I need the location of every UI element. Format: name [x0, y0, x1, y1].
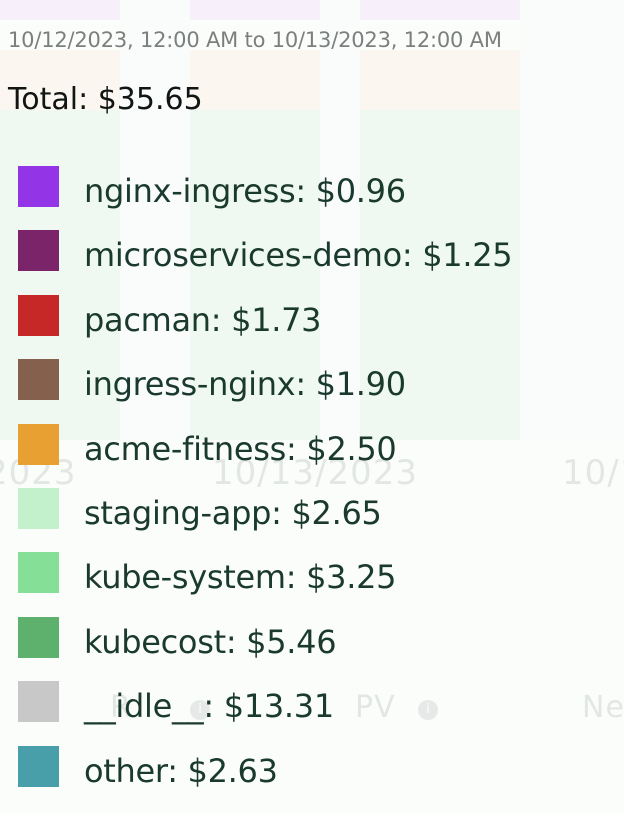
legend-label: other: $2.63: [84, 751, 278, 790]
legend-swatch: [18, 681, 59, 723]
chart-tooltip: 10/12/2023, 12:00 AM to 10/13/2023, 12:0…: [0, 0, 624, 814]
tooltip-date-range: 10/12/2023, 12:00 AM to 10/13/2023, 12:0…: [8, 28, 502, 52]
legend-swatch: [18, 423, 59, 465]
legend-swatch: [18, 552, 59, 594]
legend-label: staging-app: $2.65: [84, 493, 382, 532]
legend-label: pacman: $1.73: [84, 300, 322, 339]
legend-swatch: [18, 745, 59, 787]
legend-swatch: [18, 166, 59, 207]
legend-label: kube-system: $3.25: [84, 558, 397, 597]
legend-label: kubecost: $5.46: [84, 622, 337, 661]
tooltip-total: Total: $35.65: [8, 82, 203, 117]
legend-label: microservices-demo: $1.25: [84, 236, 513, 275]
legend-swatch: [18, 359, 59, 401]
legend-swatch: [18, 294, 59, 336]
legend-swatch: [18, 616, 59, 658]
legend-label: __idle__: $13.31: [84, 687, 334, 726]
legend-swatch: [18, 487, 59, 529]
legend-label: acme-fitness: $2.50: [84, 429, 397, 468]
legend-label: nginx-ingress: $0.96: [84, 172, 406, 210]
legend-swatch: [18, 230, 59, 272]
legend-label: ingress-nginx: $1.90: [84, 365, 406, 404]
